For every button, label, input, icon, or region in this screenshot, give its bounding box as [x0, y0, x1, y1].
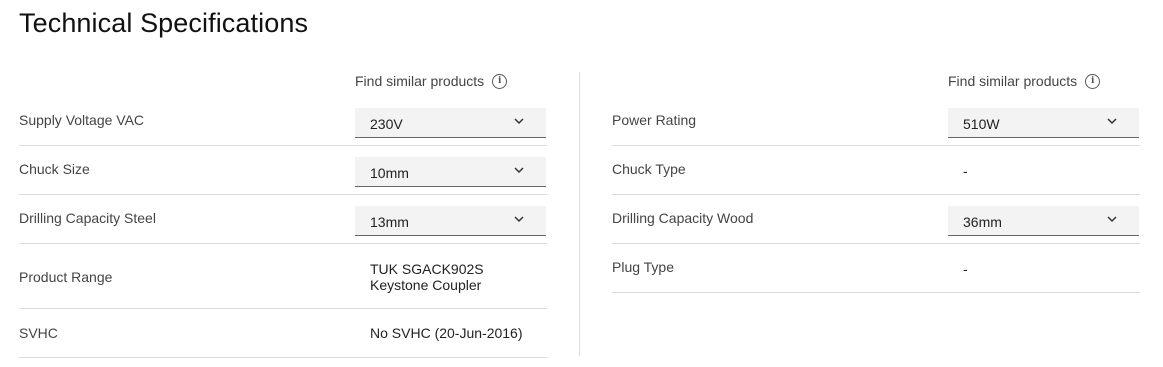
- find-similar-products-link[interactable]: Find similar products i: [355, 70, 508, 92]
- select-value: 36mm: [963, 214, 1002, 230]
- spec-row-svhc: SVHC No SVHC (20-Jun-2016): [19, 309, 547, 358]
- find-similar-products-link[interactable]: Find similar products i: [948, 70, 1101, 92]
- chuck-size-select[interactable]: 10mm: [355, 157, 546, 187]
- chevron-down-icon: [514, 216, 524, 223]
- supply-voltage-select[interactable]: 230V: [355, 108, 546, 138]
- select-value: 230V: [370, 116, 403, 132]
- find-similar-label: Find similar products: [355, 73, 485, 89]
- select-value: 13mm: [370, 214, 409, 230]
- spec-label: Plug Type: [612, 259, 675, 275]
- page-title: Technical Specifications: [19, 8, 309, 38]
- spec-label: Chuck Type: [612, 161, 686, 177]
- column-divider: [579, 72, 580, 356]
- spec-row-chuck-size: Chuck Size 10mm: [19, 146, 547, 195]
- find-similar-label: Find similar products: [948, 73, 1078, 89]
- select-value: 10mm: [370, 165, 409, 181]
- spec-row-drilling-capacity-wood: Drilling Capacity Wood 36mm: [612, 195, 1140, 244]
- spec-value: TUK SGACK902S Keystone Coupler: [370, 261, 484, 293]
- spec-label: Chuck Size: [19, 161, 90, 177]
- spec-label: Supply Voltage VAC: [19, 112, 145, 128]
- drilling-capacity-wood-select[interactable]: 36mm: [948, 206, 1139, 236]
- spec-label: SVHC: [19, 325, 58, 341]
- spec-row-product-range: Product Range TUK SGACK902S Keystone Cou…: [19, 244, 547, 309]
- drilling-capacity-steel-select[interactable]: 13mm: [355, 206, 546, 236]
- spec-label: Drilling Capacity Steel: [19, 210, 156, 226]
- power-rating-select[interactable]: 510W: [948, 108, 1139, 138]
- chevron-down-icon: [1107, 118, 1117, 125]
- spec-value: -: [963, 261, 968, 277]
- spec-row-supply-voltage: Supply Voltage VAC 230V: [19, 97, 547, 146]
- select-value: 510W: [963, 116, 1000, 132]
- spec-value: No SVHC (20-Jun-2016): [370, 325, 523, 341]
- spec-row-chuck-type: Chuck Type -: [612, 146, 1140, 195]
- chevron-down-icon: [1107, 216, 1117, 223]
- info-icon[interactable]: i: [492, 73, 508, 89]
- spec-row-power-rating: Power Rating 510W: [612, 97, 1140, 146]
- spec-label: Product Range: [19, 269, 113, 285]
- chevron-down-icon: [514, 118, 524, 125]
- spec-row-drilling-capacity-steel: Drilling Capacity Steel 13mm: [19, 195, 547, 244]
- spec-label: Power Rating: [612, 112, 697, 128]
- spec-value: -: [963, 163, 968, 179]
- spec-label: Drilling Capacity Wood: [612, 210, 754, 226]
- chevron-down-icon: [514, 167, 524, 174]
- spec-row-plug-type: Plug Type -: [612, 244, 1140, 293]
- info-icon[interactable]: i: [1085, 73, 1101, 89]
